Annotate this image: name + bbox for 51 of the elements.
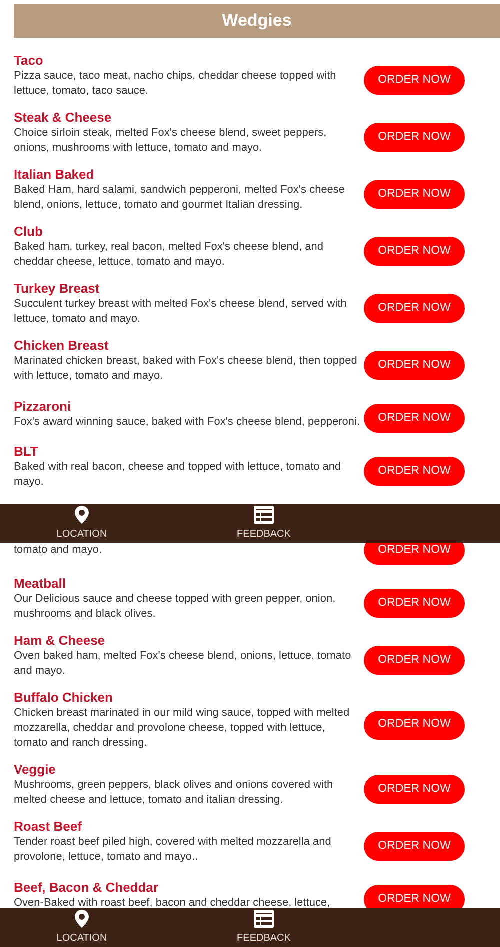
- sandwich-description: Baked with real bacon, cheese and topped with lettuce, tomato and mayo.: [14, 460, 342, 490]
- nav-tab[interactable]: LOCATION: [0, 504, 164, 543]
- sandwich-name: Turkey Breast: [14, 280, 101, 297]
- sandwich-description: tomato and mayo.: [14, 543, 104, 558]
- sandwich-name: Veggie: [14, 761, 57, 778]
- sandwich-name: Meatball: [14, 575, 68, 592]
- order-now-button[interactable]: ORDER NOW: [364, 885, 465, 908]
- sandwich-description: Baked Ham, hard salami, sandwich pepperoni, melted Fox's cheese blend, onions, lettuce, tomato and gourmet Italian dressing.: [14, 183, 346, 213]
- order-now-button[interactable]: ORDER NOW: [364, 589, 465, 618]
- order-now-button[interactable]: ORDER NOW: [364, 66, 465, 95]
- order-now-button[interactable]: ORDER NOW: [364, 351, 465, 380]
- category-header: Wedgies: [14, 4, 500, 38]
- sandwich-description: Chicken breast marinated in our mild wing sauce, topped with melted mozzarella, cheddar and provolone cheese, topped with lettuce, tomato and ranch dressing.: [14, 706, 351, 751]
- location-pin-icon: [75, 910, 89, 928]
- nav-tab[interactable]: FEEDBACK: [164, 504, 364, 543]
- order-now-button[interactable]: ORDER NOW: [364, 457, 465, 486]
- sandwich-name: Italian Baked: [14, 166, 96, 183]
- nav-tab[interactable]: FEEDBACK: [164, 908, 364, 947]
- sandwich-name: Pizzaroni: [14, 398, 72, 414]
- sandwich-name: Club: [14, 223, 44, 240]
- order-now-button[interactable]: ORDER NOW: [364, 775, 465, 804]
- sandwich-name: Taco: [14, 52, 44, 69]
- sandwich-description: Pizza sauce, taco meat, nacho chips, cheddar cheese topped with lettuce, tomato, taco sauce.: [14, 69, 338, 99]
- order-now-button[interactable]: ORDER NOW: [364, 294, 465, 323]
- sandwich-name: Chicken Breast: [14, 337, 110, 354]
- order-now-button[interactable]: ORDER NOW: [364, 404, 465, 433]
- order-now-button[interactable]: ORDER NOW: [364, 710, 465, 740]
- order-now-button[interactable]: ORDER NOW: [364, 123, 465, 152]
- order-now-button[interactable]: ORDER NOW: [364, 237, 465, 266]
- sandwich-description: Tender roast beef piled high, covered with melted mozzarella and provolone, lettuce, tomato and mayo..: [14, 835, 332, 865]
- sandwich-description: Fox's award winning sauce, baked with Fox's cheese blend, pepperoni.: [14, 414, 361, 430]
- order-now-button[interactable]: ORDER NOW: [364, 180, 465, 209]
- sandwich-description: Our Delicious sauce and cheese topped with green pepper, onion, mushrooms and black olives.: [14, 592, 337, 622]
- order-now-button[interactable]: ORDER NOW: [364, 646, 465, 675]
- sandwich-description: Succulent turkey breast with melted Fox's cheese blend, served with lettuce, tomato and mayo.: [14, 297, 348, 327]
- sandwich-description: Marinated chicken breast, baked with Fox's cheese blend, then topped with lettuce, tomato and mayo.: [14, 354, 358, 384]
- nav-tab[interactable]: LOCATION: [0, 908, 164, 947]
- sandwich-name: Ham & Cheese: [14, 632, 106, 649]
- sandwich-description: Oven baked ham, melted Fox's cheese blend, onions, lettuce, tomato and mayo.: [14, 649, 352, 679]
- sandwich-description: Baked ham, turkey, real bacon, melted Fox's cheese blend, and cheddar cheese, lettuce, tomato and mayo.: [14, 240, 324, 270]
- sandwich-name: BLT: [14, 443, 40, 460]
- sandwich-name: Roast Beef: [14, 818, 83, 835]
- sandwich-name: Buffalo Chicken: [14, 689, 114, 706]
- order-now-button[interactable]: ORDER NOW: [364, 832, 465, 861]
- sandwich-name: Beef, Bacon & Cheddar: [14, 878, 160, 896]
- location-pin-icon: [75, 506, 89, 524]
- order-now-button[interactable]: ORDER NOW: [364, 543, 465, 565]
- sandwich-description: Choice sirloin steak, melted Fox's cheese blend, sweet peppers, onions, mushrooms with lettuce, tomato and mayo.: [14, 126, 328, 156]
- sandwich-description: Mushrooms, green peppers, black olives and onions covered with melted cheese and lettuce, tomato and italian dressing.: [14, 778, 334, 808]
- sandwich-name: Steak & Cheese: [14, 109, 113, 126]
- sandwich-description: Oven-Baked with roast beef, bacon and cheddar cheese, lettuce,: [14, 896, 332, 908]
